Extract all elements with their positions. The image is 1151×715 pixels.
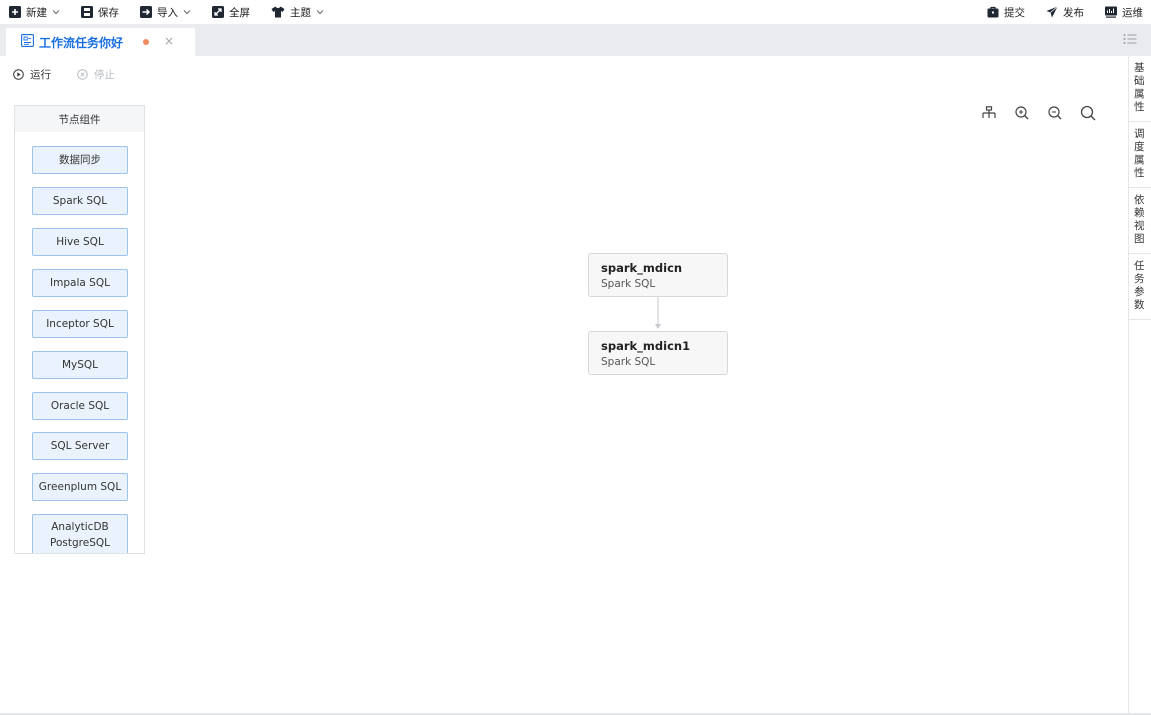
sidebar-item-basic-properties[interactable]: 基础属性 (1129, 56, 1151, 122)
node-type: Spark SQL (601, 356, 656, 368)
node-name: spark_mdicn (601, 261, 683, 275)
sidebar-item-label: 任务参数 (1134, 260, 1145, 311)
sidebar-item-task-parameters[interactable]: 任务参数 (1129, 254, 1151, 320)
sidebar-item-label: 调度属性 (1134, 128, 1145, 179)
workflow-edge (655, 297, 661, 329)
right-sidebar: 基础属性 调度属性 依赖视图 任务参数 (1128, 56, 1151, 715)
sidebar-item-schedule-properties[interactable]: 调度属性 (1129, 122, 1151, 188)
sidebar-item-label: 依赖视图 (1134, 194, 1145, 245)
sidebar-item-label: 基础属性 (1134, 62, 1145, 113)
workflow-node[interactable]: spark_mdicn1 Spark SQL (588, 331, 728, 375)
sidebar-item-dependency-view[interactable]: 依赖视图 (1129, 188, 1151, 254)
node-name: spark_mdicn1 (601, 339, 691, 353)
node-type: Spark SQL (601, 278, 656, 290)
workflow-node[interactable]: spark_mdicn Spark SQL (588, 253, 728, 297)
